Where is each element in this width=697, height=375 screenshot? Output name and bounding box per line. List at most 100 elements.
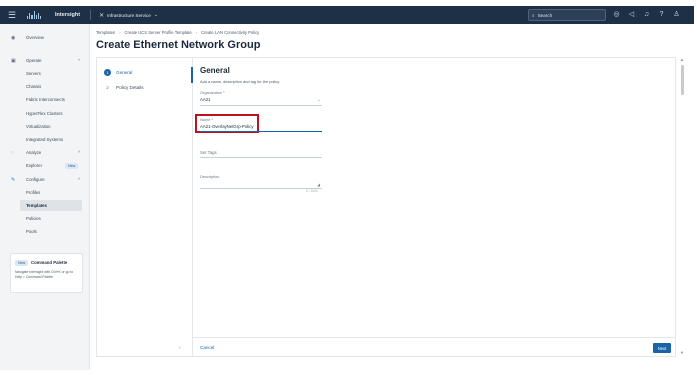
sidebar: ◉ Overview ▣ Operate ^ Servers Chassis F… bbox=[0, 24, 90, 370]
command-palette-text: Navigate Intersight with Ctrl+K or go to… bbox=[15, 270, 74, 279]
sidebar-item-integrated-systems[interactable]: Integrated Systems bbox=[0, 134, 90, 145]
sidebar-item-hyperflex-clusters[interactable]: HyperFlex Clusters bbox=[0, 108, 90, 119]
sidebar-item-label: Profiles bbox=[26, 190, 41, 195]
analyze-icon: ◌ bbox=[11, 149, 14, 156]
wizard-steps: 1 General 2 Policy Details ‹ bbox=[97, 58, 193, 356]
sidebar-item-label: Chassis bbox=[26, 84, 42, 89]
sidebar-item-label: HyperFlex Clusters bbox=[26, 111, 63, 116]
command-palette-card[interactable]: New Command Palette Navigate Intersight … bbox=[10, 253, 83, 293]
configure-icon: ✎ bbox=[11, 176, 16, 183]
wizard-panel: 1 General 2 Policy Details ‹ General Add… bbox=[96, 57, 676, 357]
divider bbox=[192, 58, 193, 356]
next-button[interactable]: Next bbox=[653, 343, 671, 353]
breadcrumb-item-server-profile-template[interactable]: Create UCS Server Profile Template bbox=[125, 30, 192, 35]
new-badge: New bbox=[65, 162, 79, 169]
chevron-up-icon: ^ bbox=[78, 150, 81, 155]
sidebar-item-label: Analyze bbox=[26, 150, 42, 155]
sidebar-item-label: Templates bbox=[26, 203, 47, 208]
sidebar-item-label: Operate bbox=[26, 58, 42, 63]
sidebar-item-explorer[interactable]: Explorer New bbox=[0, 160, 90, 171]
chevron-down-icon: ⌄ bbox=[317, 97, 321, 102]
scroll-down-icon[interactable]: ▼ bbox=[680, 350, 684, 355]
user-icon[interactable]: ♙ bbox=[672, 10, 681, 19]
sidebar-item-operate[interactable]: ▣ Operate ^ bbox=[0, 55, 90, 66]
chevron-up-icon: ^ bbox=[78, 177, 81, 182]
wrench-icon: ✕ bbox=[99, 12, 105, 19]
tags-input[interactable]: Set Tags bbox=[200, 150, 217, 155]
check-circle-icon[interactable]: ◎ bbox=[612, 10, 621, 19]
step-general[interactable]: 1 General bbox=[104, 69, 132, 76]
sidebar-item-overview[interactable]: ◉ Overview bbox=[0, 32, 90, 43]
announcement-icon[interactable]: ◁ bbox=[627, 10, 636, 19]
operate-icon: ▣ bbox=[11, 57, 16, 64]
service-label: Infrastructure Service bbox=[107, 12, 151, 18]
top-bar: ☰ Intersight ✕ Infrastructure Service ⌄ … bbox=[0, 6, 694, 24]
sidebar-item-label: Integrated Systems bbox=[26, 137, 64, 142]
sidebar-item-chassis[interactable]: Chassis bbox=[0, 81, 90, 92]
general-form: General Add a name, description and tag … bbox=[195, 58, 670, 356]
topbar-icons: ◎ ◁ ♫ ? ♙ bbox=[612, 10, 681, 19]
sidebar-item-policies[interactable]: Policies bbox=[0, 213, 90, 224]
cancel-button[interactable]: Cancel bbox=[200, 345, 214, 350]
step-label: General bbox=[116, 70, 133, 75]
hamburger-menu-icon[interactable]: ☰ bbox=[5, 10, 19, 20]
service-selector[interactable]: ✕ Infrastructure Service ⌄ bbox=[99, 12, 158, 19]
cisco-logo bbox=[27, 11, 49, 19]
chevron-right-icon: › bbox=[119, 30, 121, 35]
sidebar-item-templates[interactable]: Templates bbox=[20, 200, 82, 211]
command-palette-title: Command Palette bbox=[31, 260, 68, 265]
breadcrumb-item-templates[interactable]: Templates bbox=[96, 30, 115, 35]
step-label: Policy Details bbox=[116, 85, 144, 90]
breadcrumb: Templates › Create UCS Server Profile Te… bbox=[96, 30, 259, 35]
sidebar-item-label: Servers bbox=[26, 71, 41, 76]
description-label: Description bbox=[200, 174, 220, 179]
section-subtitle: Add a name, description and tag for the … bbox=[200, 79, 280, 84]
search-placeholder: Search bbox=[537, 12, 553, 18]
search-icon: ⌕ bbox=[532, 12, 535, 18]
resize-handle-icon[interactable]: ◢ bbox=[317, 182, 320, 187]
search-input[interactable]: ⌕ Search bbox=[528, 9, 606, 21]
organization-select[interactable]: AA21 bbox=[200, 97, 211, 102]
sidebar-item-virtualization[interactable]: Virtualization bbox=[0, 121, 90, 132]
character-counter: 0 / 1024 bbox=[306, 189, 318, 193]
name-underline bbox=[200, 131, 322, 132]
sidebar-item-fabric-interconnects[interactable]: Fabric Interconnects bbox=[0, 94, 90, 105]
sidebar-item-label: Pools bbox=[26, 229, 37, 234]
sidebar-item-analyze[interactable]: ◌ Analyze ^ bbox=[0, 147, 90, 158]
step-policy-details[interactable]: 2 Policy Details bbox=[104, 84, 144, 91]
sidebar-item-label: Explorer bbox=[26, 163, 43, 168]
chevron-up-icon: ^ bbox=[78, 58, 81, 63]
sidebar-item-pools[interactable]: Pools bbox=[0, 226, 90, 237]
tags-underline bbox=[200, 157, 322, 158]
sidebar-item-label: Policies bbox=[26, 216, 41, 221]
overview-icon: ◉ bbox=[11, 34, 16, 41]
chevron-right-icon: › bbox=[195, 30, 198, 35]
footer-divider bbox=[192, 337, 675, 338]
bell-icon[interactable]: ♫ bbox=[642, 10, 651, 19]
sidebar-item-label: Fabric Interconnects bbox=[26, 97, 65, 102]
name-input[interactable]: AA21-OverlayNetGrp-Policy bbox=[200, 124, 254, 129]
sidebar-item-profiles[interactable]: Profiles bbox=[0, 187, 90, 198]
page-title: Create Ethernet Network Group bbox=[96, 39, 261, 51]
step-number: 1 bbox=[104, 69, 111, 76]
sidebar-item-servers[interactable]: Servers bbox=[0, 68, 90, 79]
help-icon[interactable]: ? bbox=[657, 10, 666, 19]
scrollbar-thumb[interactable] bbox=[681, 65, 684, 95]
organization-label: Organization * bbox=[200, 90, 225, 95]
sidebar-item-configure[interactable]: ✎ Configure ^ bbox=[0, 174, 90, 185]
section-title: General bbox=[200, 66, 230, 75]
chevron-down-icon: ⌄ bbox=[153, 12, 158, 18]
sidebar-item-label: Virtualization bbox=[26, 124, 51, 129]
organization-underline bbox=[200, 105, 322, 106]
description-underline bbox=[200, 188, 322, 189]
divider bbox=[90, 10, 92, 20]
breadcrumb-item-lan-connectivity-policy[interactable]: Create LAN Connectivity Policy bbox=[201, 30, 259, 35]
step-number: 2 bbox=[106, 85, 109, 90]
active-step-indicator bbox=[191, 67, 193, 83]
sidebar-item-label: Overview bbox=[26, 35, 44, 40]
scroll-up-icon[interactable]: ▲ bbox=[680, 57, 684, 62]
chevron-left-icon[interactable]: ‹ bbox=[179, 345, 181, 351]
app-name: Intersight bbox=[55, 12, 81, 18]
sidebar-item-label: Configure bbox=[26, 177, 45, 182]
name-label: Name * bbox=[200, 117, 213, 122]
